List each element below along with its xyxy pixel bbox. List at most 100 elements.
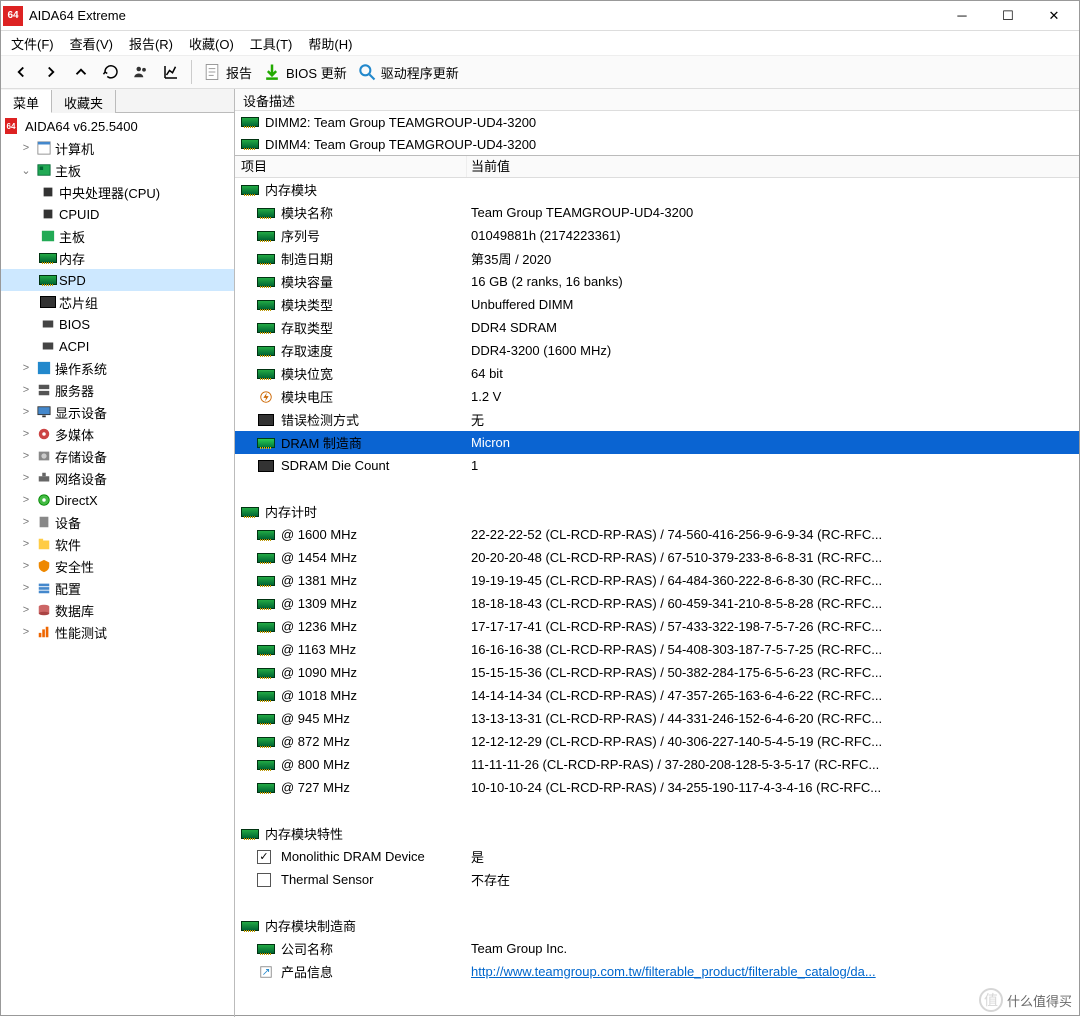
tree-chipset[interactable]: 芯片组 — [1, 291, 234, 313]
tree-sec[interactable]: >安全性 — [1, 555, 234, 577]
bios-update-button[interactable]: BIOS 更新 — [258, 60, 351, 84]
tree-sw[interactable]: >软件 — [1, 533, 234, 555]
device-list-header[interactable]: 设备描述 — [235, 89, 1079, 111]
ram-icon — [241, 918, 259, 934]
close-button[interactable]: ✕ — [1031, 1, 1077, 31]
list-item[interactable]: @ 1309 MHz18-18-18-43 (CL-RCD-RP-RAS) / … — [235, 592, 1079, 615]
report-icon — [202, 62, 222, 82]
menu-favorites[interactable]: 收藏(O) — [183, 32, 240, 55]
graph-button[interactable] — [157, 58, 185, 86]
dimm-label: DIMM2: Team Group TEAMGROUP-UD4-3200 — [265, 115, 536, 130]
tree-dev[interactable]: >设备 — [1, 511, 234, 533]
col-value[interactable]: 当前值 — [467, 156, 1079, 177]
list-item[interactable]: @ 1600 MHz22-22-22-52 (CL-RCD-RP-RAS) / … — [235, 523, 1079, 546]
tree-dx[interactable]: >DirectX — [1, 489, 234, 511]
tree-cpuid[interactable]: CPUID — [1, 203, 234, 225]
ram-icon — [257, 757, 275, 773]
section-header[interactable]: 内存模块 — [235, 178, 1079, 201]
app-logo-icon: 64 — [3, 6, 23, 26]
list-item[interactable]: 制造日期第35周 / 2020 — [235, 247, 1079, 270]
menu-help[interactable]: 帮助(H) — [302, 32, 358, 55]
tree-mem[interactable]: 内存 — [1, 247, 234, 269]
users-button[interactable] — [127, 58, 155, 86]
list-item[interactable]: 产品信息http://www.teamgroup.com.tw/filterab… — [235, 960, 1079, 983]
detail-list[interactable]: 内存模块模块名称Team Group TEAMGROUP-UD4-3200序列号… — [235, 178, 1079, 1017]
list-item[interactable]: @ 1454 MHz20-20-20-48 (CL-RCD-RP-RAS) / … — [235, 546, 1079, 569]
list-item[interactable]: 错误检测方式无 — [235, 408, 1079, 431]
list-item[interactable]: DRAM 制造商Micron — [235, 431, 1079, 454]
report-button[interactable]: 报告 — [198, 60, 256, 84]
ram-icon — [241, 182, 259, 198]
tree-net[interactable]: >网络设备 — [1, 467, 234, 489]
tab-menu[interactable]: 菜单 — [1, 90, 52, 113]
menu-bar: 文件(F) 查看(V) 报告(R) 收藏(O) 工具(T) 帮助(H) — [1, 31, 1079, 55]
minimize-button[interactable]: ─ — [939, 1, 985, 31]
list-item[interactable]: 模块位宽64 bit — [235, 362, 1079, 385]
tree-bios[interactable]: BIOS — [1, 313, 234, 335]
list-item[interactable]: @ 1381 MHz19-19-19-45 (CL-RCD-RP-RAS) / … — [235, 569, 1079, 592]
list-item[interactable]: ✓Monolithic DRAM Device是 — [235, 845, 1079, 868]
list-item[interactable]: SDRAM Die Count1 — [235, 454, 1079, 477]
section-header[interactable]: 内存模块特性 — [235, 822, 1079, 845]
up-button[interactable] — [67, 58, 95, 86]
list-item[interactable]: 存取速度DDR4-3200 (1600 MHz) — [235, 339, 1079, 362]
ram-icon — [257, 297, 275, 313]
menu-file[interactable]: 文件(F) — [5, 32, 60, 55]
list-item[interactable]: 模块电压1.2 V — [235, 385, 1079, 408]
software-icon — [35, 536, 53, 552]
ram-icon — [257, 251, 275, 267]
menu-report[interactable]: 报告(R) — [123, 32, 179, 55]
list-item[interactable]: 模块类型Unbuffered DIMM — [235, 293, 1079, 316]
forward-button[interactable] — [37, 58, 65, 86]
dimm-row[interactable]: DIMM2: Team Group TEAMGROUP-UD4-3200 — [235, 111, 1079, 133]
list-item[interactable]: @ 1018 MHz14-14-14-34 (CL-RCD-RP-RAS) / … — [235, 684, 1079, 707]
refresh-button[interactable] — [97, 58, 125, 86]
back-button[interactable] — [7, 58, 35, 86]
list-item[interactable]: Thermal Sensor不存在 — [235, 868, 1079, 891]
menu-view[interactable]: 查看(V) — [64, 32, 119, 55]
ram-icon — [257, 274, 275, 290]
list-item[interactable]: @ 872 MHz12-12-12-29 (CL-RCD-RP-RAS) / 4… — [235, 730, 1079, 753]
tree-acpi[interactable]: ACPI — [1, 335, 234, 357]
list-item[interactable]: 模块名称Team Group TEAMGROUP-UD4-3200 — [235, 201, 1079, 224]
tree-display[interactable]: >显示设备 — [1, 401, 234, 423]
tree-os[interactable]: >操作系统 — [1, 357, 234, 379]
list-item[interactable]: 存取类型DDR4 SDRAM — [235, 316, 1079, 339]
maximize-button[interactable]: ☐ — [985, 1, 1031, 31]
chip-icon — [257, 458, 275, 474]
tree-mb[interactable]: 主板 — [1, 225, 234, 247]
driver-label: 驱动程序更新 — [381, 63, 459, 82]
tree-cfg[interactable]: >配置 — [1, 577, 234, 599]
list-item[interactable]: 公司名称Team Group Inc. — [235, 937, 1079, 960]
list-item[interactable]: 序列号01049881h (2174223361) — [235, 224, 1079, 247]
tree-server[interactable]: >服务器 — [1, 379, 234, 401]
menu-tools[interactable]: 工具(T) — [244, 32, 299, 55]
list-item[interactable]: @ 800 MHz11-11-11-26 (CL-RCD-RP-RAS) / 3… — [235, 753, 1079, 776]
list-item[interactable]: @ 945 MHz13-13-13-31 (CL-RCD-RP-RAS) / 4… — [235, 707, 1079, 730]
tree-motherboard[interactable]: ⌄主板 — [1, 159, 234, 181]
tree-bench[interactable]: >性能测试 — [1, 621, 234, 643]
title-bar: 64 AIDA64 Extreme ─ ☐ ✕ — [1, 1, 1079, 31]
chip-icon — [39, 294, 57, 310]
nav-tree[interactable]: 64AIDA64 v6.25.5400>计算机⌄主板中央处理器(CPU)CPUI… — [1, 113, 234, 1017]
tree-storage[interactable]: >存储设备 — [1, 445, 234, 467]
list-item[interactable]: 模块容量16 GB (2 ranks, 16 banks) — [235, 270, 1079, 293]
list-item[interactable]: @ 1090 MHz15-15-15-36 (CL-RCD-RP-RAS) / … — [235, 661, 1079, 684]
tree-root[interactable]: 64AIDA64 v6.25.5400 — [1, 115, 234, 137]
tree-computer[interactable]: >计算机 — [1, 137, 234, 159]
tab-favorites[interactable]: 收藏夹 — [52, 90, 116, 113]
tree-mm[interactable]: >多媒体 — [1, 423, 234, 445]
tree-db[interactable]: >数据库 — [1, 599, 234, 621]
tree-cpu[interactable]: 中央处理器(CPU) — [1, 181, 234, 203]
list-item[interactable]: @ 1163 MHz16-16-16-38 (CL-RCD-RP-RAS) / … — [235, 638, 1079, 661]
section-header[interactable]: 内存模块制造商 — [235, 914, 1079, 937]
col-item[interactable]: 项目 — [235, 156, 467, 177]
dimm-row[interactable]: DIMM4: Team Group TEAMGROUP-UD4-3200 — [235, 133, 1079, 155]
section-header[interactable]: 内存计时 — [235, 500, 1079, 523]
list-item[interactable]: @ 727 MHz10-10-10-24 (CL-RCD-RP-RAS) / 3… — [235, 776, 1079, 799]
ram-icon — [257, 573, 275, 589]
ram-icon — [257, 941, 275, 957]
list-item[interactable]: @ 1236 MHz17-17-17-41 (CL-RCD-RP-RAS) / … — [235, 615, 1079, 638]
tree-spd[interactable]: SPD — [1, 269, 234, 291]
driver-update-button[interactable]: 驱动程序更新 — [353, 60, 463, 84]
